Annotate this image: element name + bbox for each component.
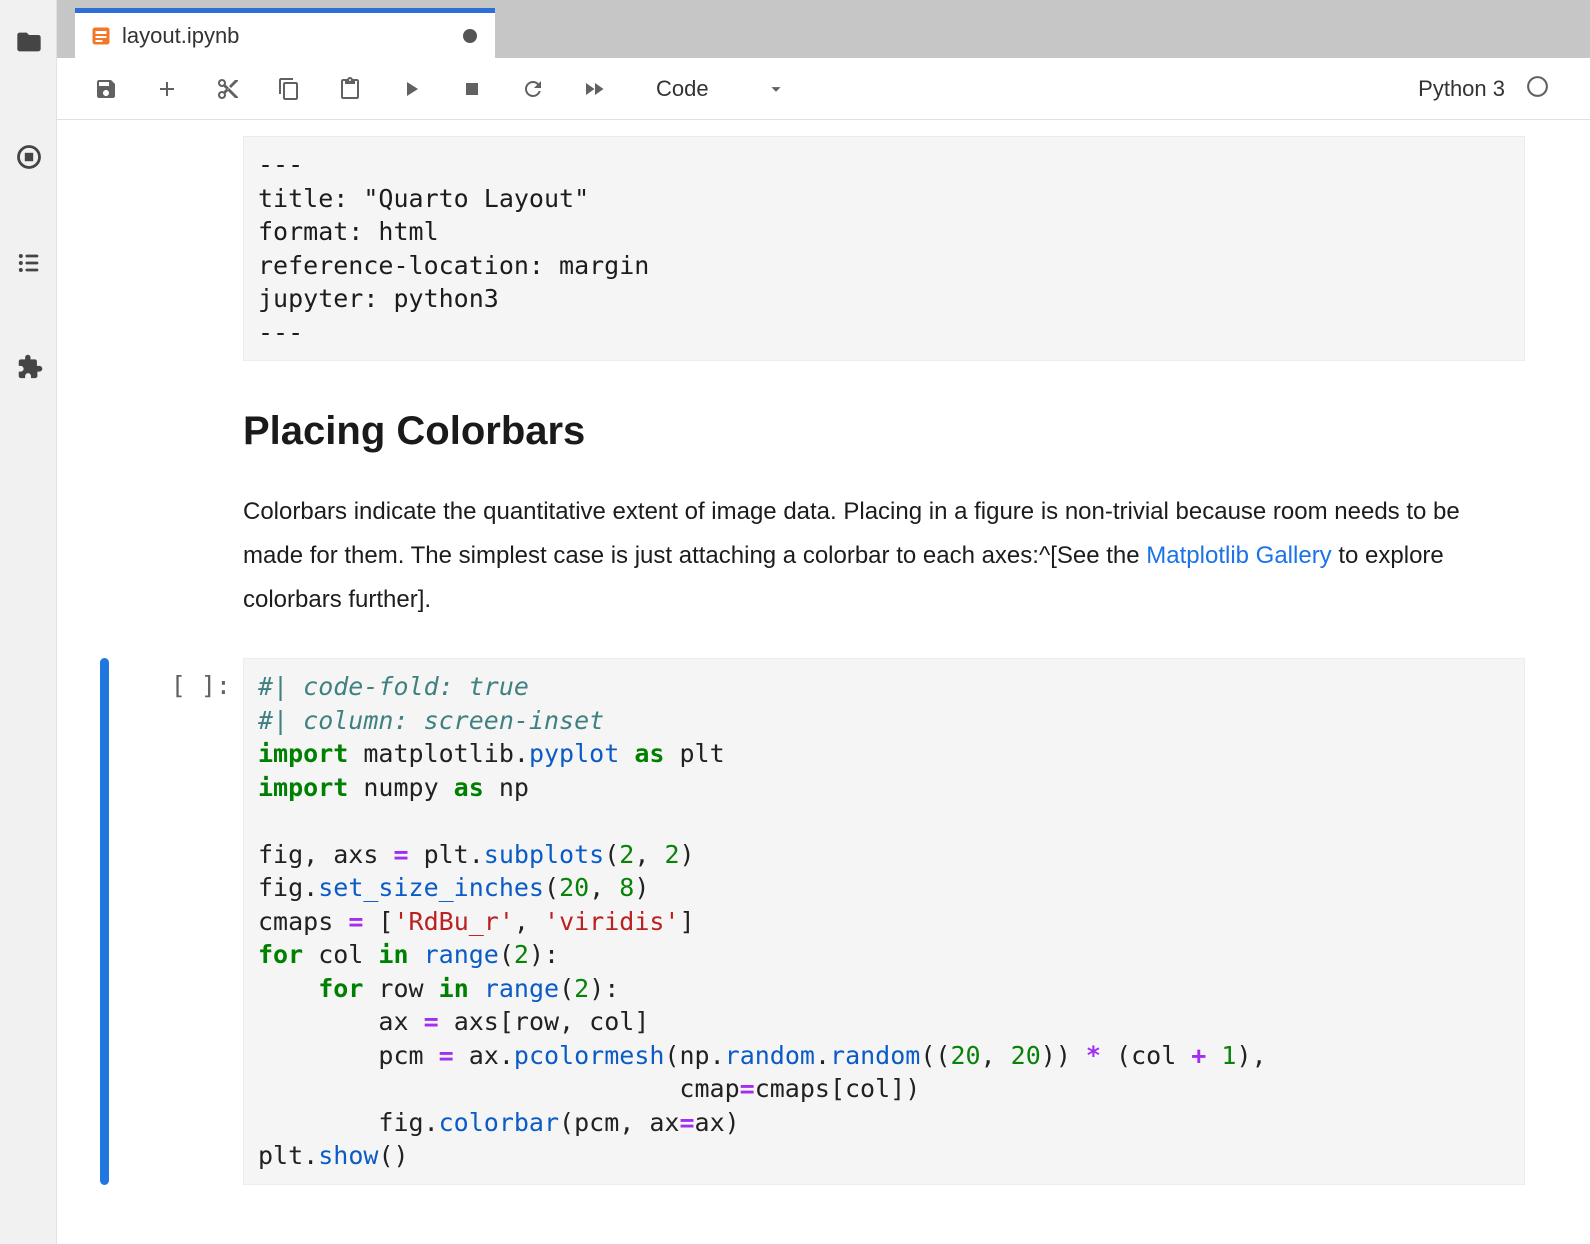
markdown-heading: Placing Colorbars [243,409,1525,454]
raw-line: format: html [258,215,1510,249]
markdown-cell: Placing Colorbars Colorbars indicate the… [100,409,1525,622]
raw-cell-content[interactable]: ---title: "Quarto Layout"format: htmlref… [243,136,1525,361]
code-line: fig, axs = plt.subplots(2, 2) [258,838,1510,872]
raw-line: jupyter: python3 [258,282,1510,316]
interrupt-kernel-button[interactable] [459,76,485,102]
code-line: #| column: screen-inset [258,704,1510,738]
file-browser-icon[interactable] [0,24,57,60]
raw-line: --- [258,148,1510,182]
markdown-rendered[interactable]: Placing Colorbars Colorbars indicate the… [243,409,1525,622]
code-line: fig.colorbar(pcm, ax=ax) [258,1106,1510,1140]
cell-collapser[interactable] [100,409,109,622]
cell-input-prompt: [ ]: [109,658,243,1185]
code-editor[interactable]: #| code-fold: true#| column: screen-inse… [243,658,1525,1185]
activity-sidebar [0,0,57,1244]
copy-cells-button[interactable] [276,76,302,102]
code-line: #| code-fold: true [258,670,1510,704]
cell-prompt [109,136,243,361]
code-line: cmap=cmaps[col]) [258,1072,1510,1106]
cell-type-value: Code [656,76,709,102]
raw-line: reference-location: margin [258,249,1510,283]
code-line: ax = axs[row, col] [258,1005,1510,1039]
kernel-idle-indicator-icon[interactable] [1525,74,1550,104]
raw-cell: ---title: "Quarto Layout"format: htmlref… [100,136,1525,361]
dock-tab-bar: layout.ipynb [57,0,1590,58]
restart-run-all-button[interactable] [581,76,607,102]
insert-cell-button[interactable] [154,76,180,102]
tab-layout-ipynb[interactable]: layout.ipynb [75,8,495,58]
cell-type-dropdown[interactable]: Code [656,76,787,102]
kernel-name[interactable]: Python 3 [1418,76,1505,102]
code-line: pcm = ax.pcolormesh(np.random.random((20… [258,1039,1510,1073]
cell-collapser[interactable] [100,136,109,361]
code-line: import numpy as np [258,771,1510,805]
cell-collapser-selected[interactable] [100,658,109,1185]
code-cell: [ ]: #| code-fold: true#| column: screen… [100,658,1525,1185]
raw-line: --- [258,316,1510,350]
code-line: import matplotlib.pyplot as plt [258,737,1510,771]
markdown-paragraph: Colorbars indicate the quantitative exte… [243,490,1525,622]
table-of-contents-icon[interactable] [0,245,57,281]
notebook-toolbar: Code Python 3 [57,58,1590,120]
cell-prompt [109,409,243,622]
code-line: fig.set_size_inches(20, 8) [258,871,1510,905]
code-line: for row in range(2): [258,972,1510,1006]
restart-kernel-button[interactable] [520,76,546,102]
paste-cells-button[interactable] [337,76,363,102]
run-cell-button[interactable] [398,76,424,102]
notebook-file-icon [91,26,111,46]
code-line: cmaps = ['RdBu_r', 'viridis'] [258,905,1510,939]
kernel-group: Python 3 [1418,74,1550,104]
cut-cells-button[interactable] [215,76,241,102]
matplotlib-gallery-link[interactable]: Matplotlib Gallery [1146,542,1331,569]
code-line: for col in range(2): [258,938,1510,972]
notebook-panel: ---title: "Quarto Layout"format: htmlref… [57,120,1590,1244]
raw-line: title: "Quarto Layout" [258,182,1510,216]
running-kernels-icon[interactable] [0,139,57,175]
chevron-down-icon [765,78,787,100]
code-line [258,804,1510,838]
tab-title: layout.ipynb [122,23,463,49]
code-line: plt.show() [258,1139,1510,1173]
unsaved-changes-dot[interactable] [463,29,477,43]
extensions-icon[interactable] [0,349,57,385]
save-button[interactable] [93,76,119,102]
